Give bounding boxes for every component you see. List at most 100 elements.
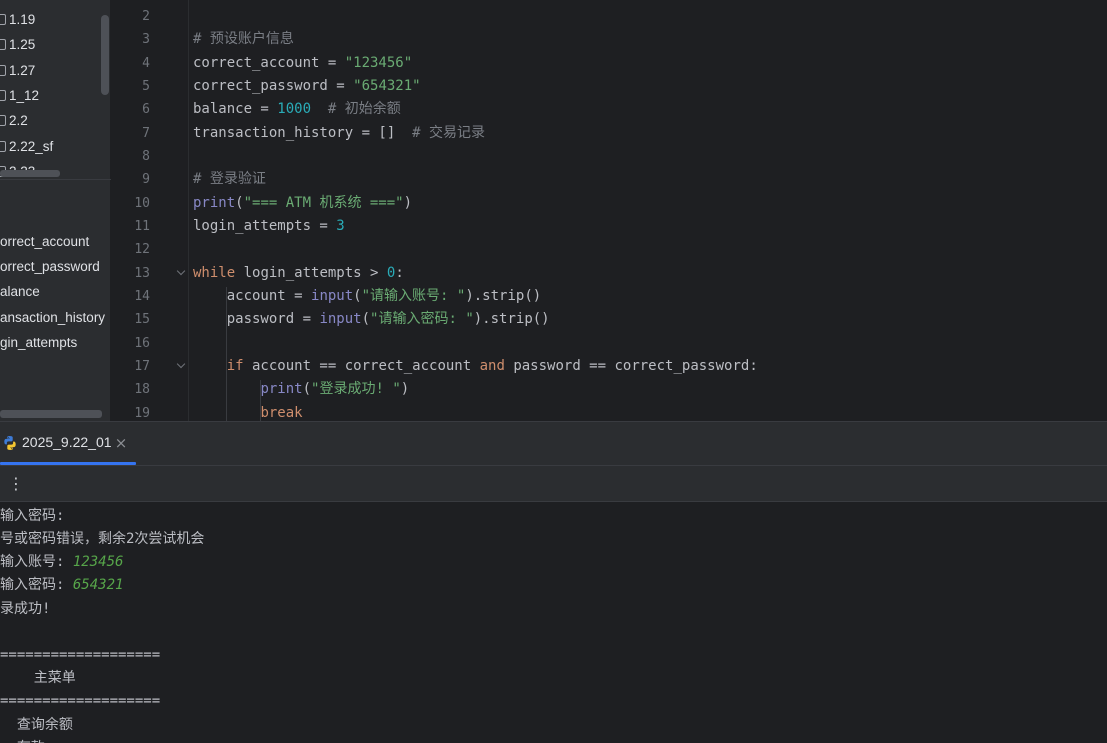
code-text: login_attempts > (235, 265, 387, 281)
line-number: 10 (134, 196, 150, 211)
console-prompt: 输入密码: (0, 577, 73, 593)
structure-horizontal-scrollbar[interactable] (0, 410, 102, 418)
structure-item-correct-password[interactable]: orrect_password (0, 256, 100, 278)
line-number: 12 (134, 242, 150, 257)
fold-chevron-icon[interactable] (177, 361, 186, 370)
code-line-14: account = input("请输入账号: ").strip() (193, 285, 541, 308)
code-string: "654321" (353, 78, 421, 94)
structure-item-label: gin_attempts (0, 335, 78, 350)
structure-item-label: ansaction_history (0, 310, 106, 325)
code-comment: # 初始余额 (311, 101, 401, 117)
code-text: ).strip() (465, 288, 542, 304)
code-line-11: login_attempts = 3 (193, 215, 345, 238)
code-keyword: while (193, 265, 236, 281)
close-icon[interactable]: × (114, 434, 128, 452)
line-number: 16 (134, 336, 150, 351)
code-text: ) (403, 195, 413, 211)
tree-item-1-19[interactable]: 1.19 (0, 9, 35, 31)
line-number: 8 (142, 149, 150, 164)
code-string: "=== ATM 机系统 ===" (243, 195, 404, 211)
code-text: transaction_history = [] (193, 125, 413, 141)
line-number: 13 (134, 266, 150, 281)
line-number: 14 (134, 289, 150, 304)
python-icon (4, 436, 16, 450)
code-text: ) (400, 381, 410, 397)
console-line: 主菜单 (0, 670, 76, 686)
code-editor[interactable]: 2 3 4 5 6 7 8 9 10 11 12 13 14 15 16 17 … (112, 0, 1107, 421)
tree-item-label: 2.22_sf (9, 139, 54, 154)
code-builtin: print (260, 381, 303, 397)
code-line-10: print("=== ATM 机系统 ===") (193, 192, 412, 215)
tree-item-1-27[interactable]: 1.27 (0, 60, 35, 82)
code-line-5: correct_password = "654321" (193, 75, 421, 98)
structure-item-balance[interactable]: alance (0, 281, 40, 303)
tree-item-label: 1.19 (9, 12, 36, 27)
tree-item-label: 2.2 (9, 113, 28, 128)
code-keyword: if (226, 358, 244, 374)
more-vertical-icon[interactable]: ⋮ (8, 473, 24, 495)
code-text: account = (193, 288, 312, 304)
console-user-input: 654321 (72, 577, 124, 593)
code-string: "123456" (344, 55, 413, 71)
tree-item-1-25[interactable]: 1.25 (0, 34, 35, 56)
code-line-3: # 预设账户信息 (193, 28, 294, 51)
console-user-input: 123456 (72, 554, 124, 570)
line-number-gutter: 2 3 4 5 6 7 8 9 10 11 12 13 14 15 16 17 … (112, 0, 189, 421)
code-line-18: print("登录成功! ") (193, 378, 409, 401)
code-string: "请输入密码: " (370, 311, 474, 327)
code-line-15: password = input("请输入密码: ").strip() (193, 308, 550, 331)
code-line-4: correct_account = "123456" (193, 52, 412, 75)
code-text: account == correct_account (243, 358, 480, 374)
structure-item-label: alance (0, 284, 40, 299)
console-prompt: 输入账号: (0, 554, 73, 570)
code-text: ).strip() (473, 311, 550, 327)
tree-item-label: 1.25 (9, 37, 36, 52)
fold-chevron-icon[interactable] (177, 268, 186, 277)
code-comment: # 登录验证 (193, 171, 266, 187)
tree-item-2-2[interactable]: 2.2 (0, 110, 28, 132)
console-line: =================== (0, 693, 161, 709)
line-number: 17 (134, 359, 150, 374)
tree-item-2-22-sf[interactable]: 2.22_sf (0, 136, 53, 158)
line-number: 9 (142, 172, 150, 187)
line-number: 5 (142, 79, 150, 94)
code-text: ( (302, 381, 312, 397)
code-builtin: input (311, 288, 354, 304)
folder-icon (0, 14, 6, 25)
console-line: 存款 (0, 737, 45, 743)
tree-item-1-12[interactable]: 1_12 (0, 85, 39, 107)
structure-item-label: orrect_account (0, 234, 90, 249)
code-line-6: balance = 1000 # 初始余额 (193, 98, 401, 121)
code-text: ( (235, 195, 244, 211)
code-text: password == correct_password: (504, 358, 758, 374)
code-text: password = (193, 311, 320, 327)
code-text: balance = (193, 101, 278, 117)
code-keyword: and (479, 358, 505, 374)
structure-list: orrect_account orrect_password alance an… (0, 181, 111, 421)
left-tool-panel: 1.19 1.25 1.27 1_12 2.2 2.22_sf 2.23 orr… (0, 0, 111, 421)
active-tab-indicator (0, 462, 136, 465)
console-output[interactable]: 输入密码: 号或密码错误，剩余2次尝试机会 输入账号: 123456 输入密码:… (0, 503, 1107, 743)
code-text: login_attempts = (193, 218, 337, 234)
folder-icon (0, 90, 6, 101)
code-text: correct_password = (193, 78, 354, 94)
folder-icon (0, 39, 6, 50)
line-number: 6 (142, 102, 150, 117)
run-toolbar: ⋮ (0, 466, 1107, 502)
code-builtin: input (319, 311, 362, 327)
code-text: correct_account = (193, 55, 345, 71)
code-line-9: # 登录验证 (193, 168, 266, 191)
tree-horizontal-scrollbar[interactable] (0, 170, 60, 177)
line-number: 4 (142, 56, 150, 71)
structure-item-transaction-history[interactable]: ansaction_history (0, 307, 105, 329)
run-tool-window: 2025_9.22_01 × ⋮ 输入密码: 号或密码错误，剩余2次尝试机会 输… (0, 421, 1107, 743)
code-text: ( (361, 311, 371, 327)
run-tab[interactable]: 2025_9.22_01 × (0, 422, 136, 466)
tree-vertical-scrollbar[interactable] (101, 15, 109, 95)
folder-icon (0, 115, 6, 126)
structure-item-correct-account[interactable]: orrect_account (0, 231, 89, 253)
structure-item-login-attempts[interactable]: gin_attempts (0, 332, 77, 354)
